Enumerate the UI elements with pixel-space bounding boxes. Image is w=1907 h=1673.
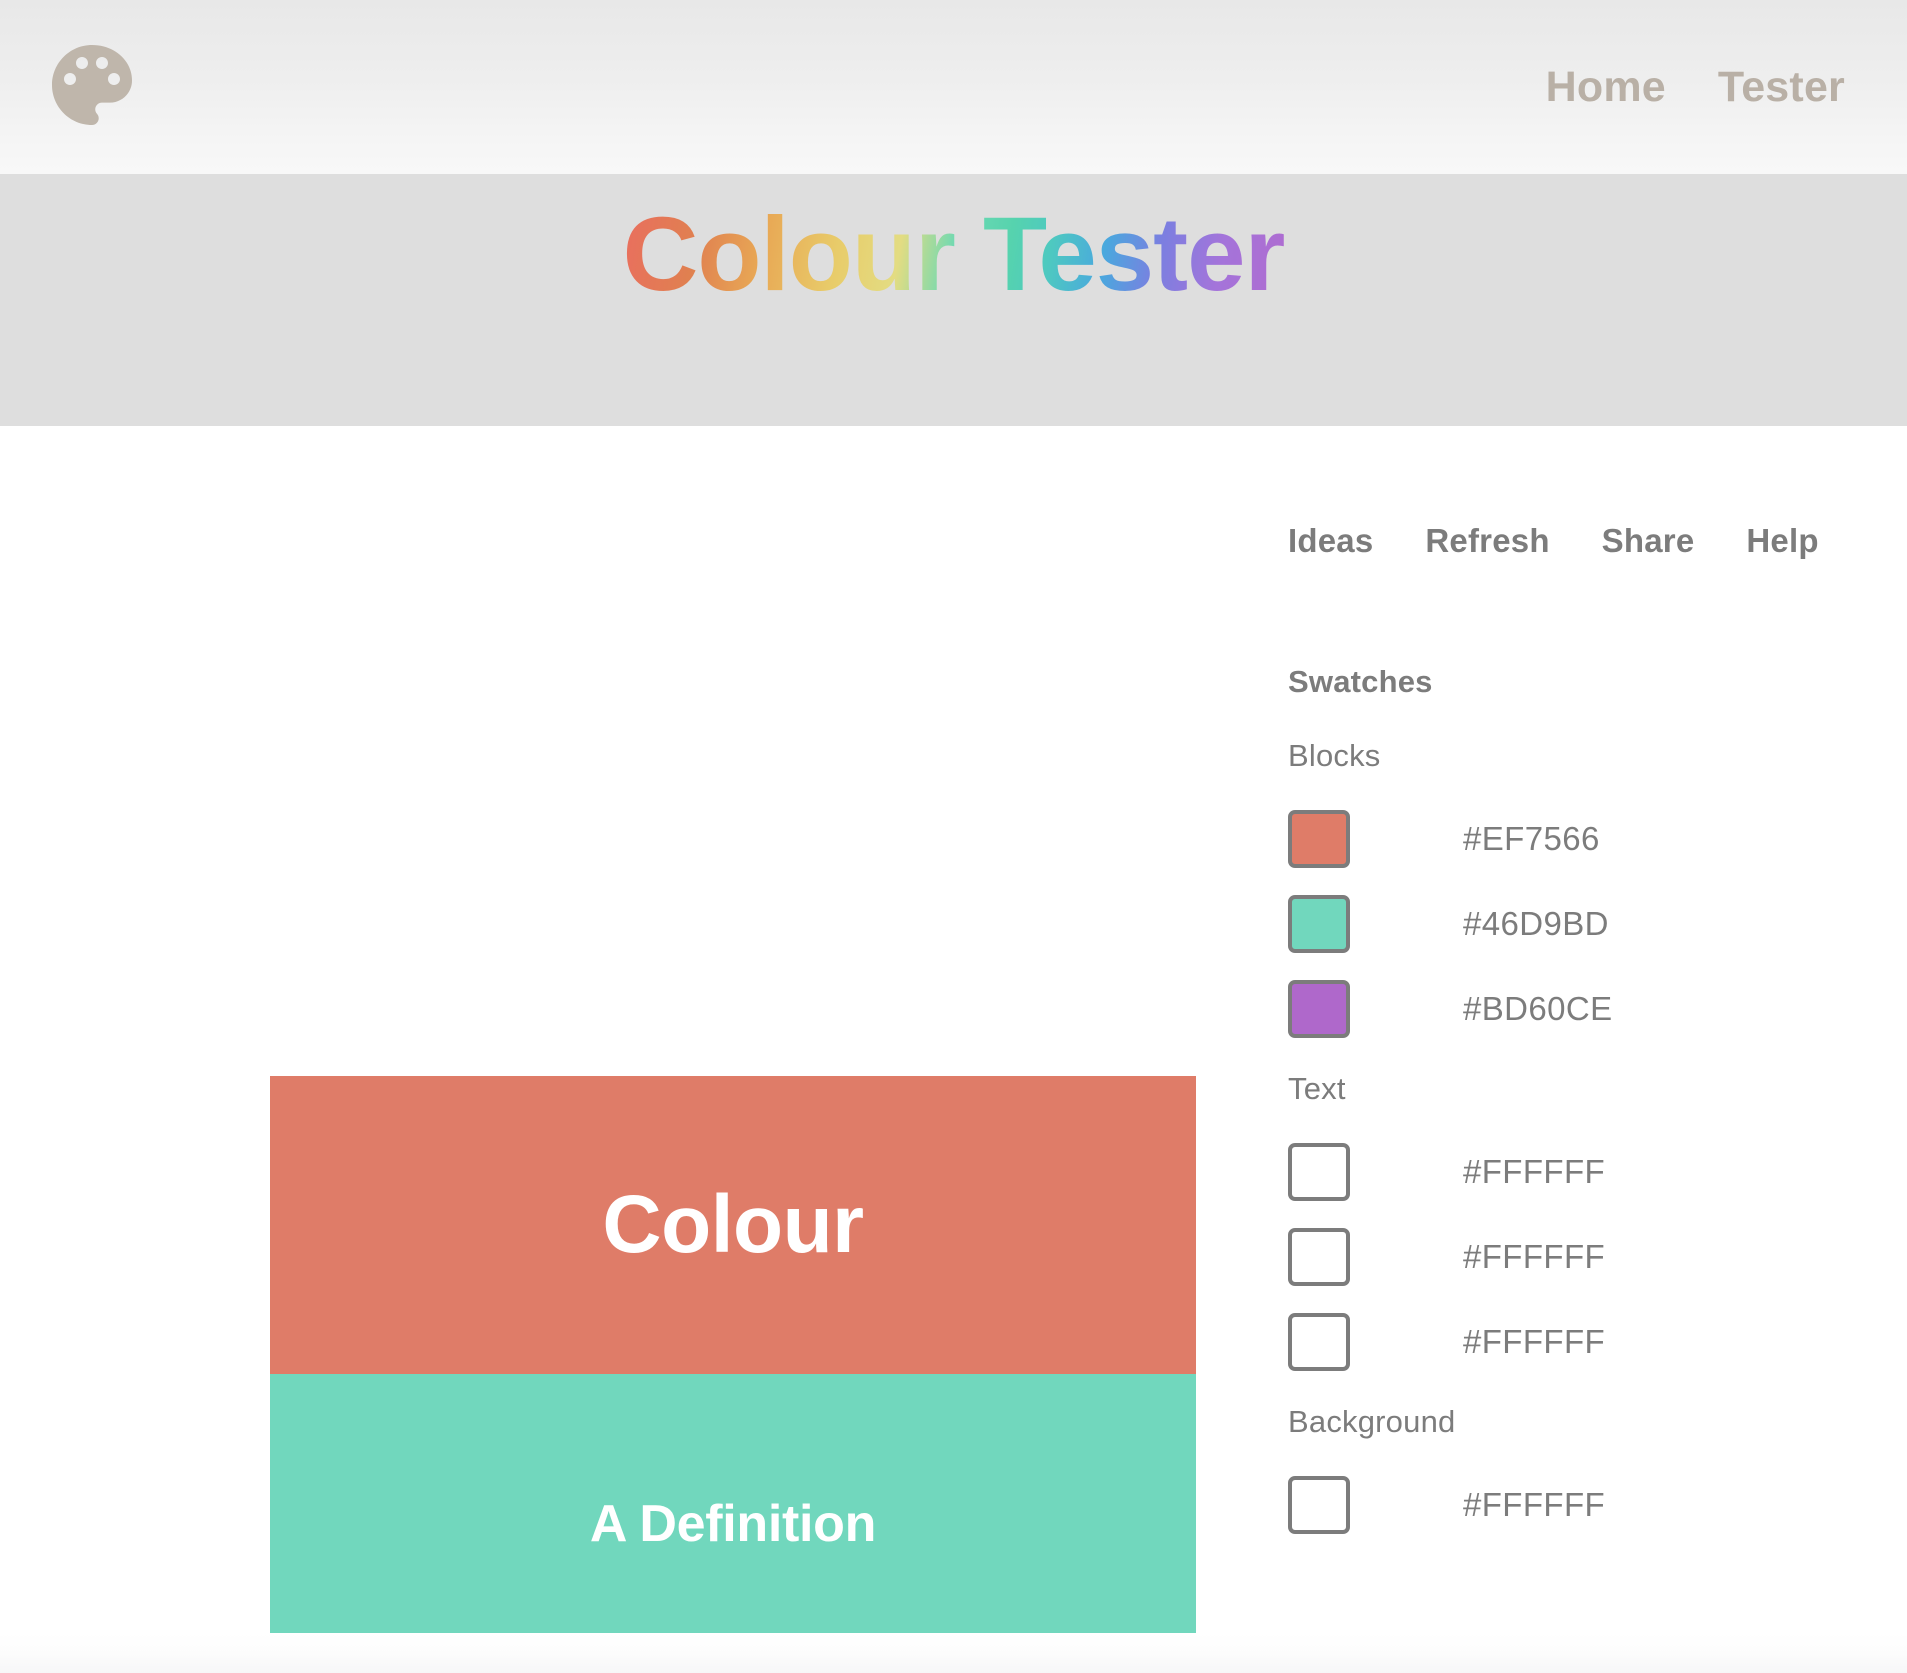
swatch-chip[interactable] <box>1288 1312 1350 1371</box>
action-links: Ideas Refresh Share Help <box>1288 522 1819 560</box>
swatch-row: #EF7566 <box>1288 796 1828 881</box>
colour-block-heading[interactable]: Colour <box>270 1076 1196 1374</box>
swatches-title: Swatches <box>1288 664 1433 699</box>
swatch-chip[interactable] <box>1288 1475 1350 1534</box>
top-navbar: Home Tester <box>0 0 1907 174</box>
swatch-chip[interactable] <box>1288 979 1350 1038</box>
swatch-row: #46D9BD <box>1288 881 1828 966</box>
help-button[interactable]: Help <box>1746 522 1818 560</box>
swatches-panel: Swatches Blocks #EF7566 #46D9BD #BD60CE … <box>1288 664 1828 1567</box>
main-content: Ideas Refresh Share Help Colour A Defini… <box>0 426 1907 1673</box>
nav-links: Home Tester <box>1546 63 1861 112</box>
swatch-group-text: Text #FFFFFF #FFFFFF #FFFFFF <box>1288 1071 1828 1384</box>
swatch-hex-label: #FFFFFF <box>1463 1152 1606 1190</box>
swatch-row: #BD60CE <box>1288 966 1828 1051</box>
swatch-group-label-blocks: Blocks <box>1288 738 1381 773</box>
swatch-chip[interactable] <box>1288 809 1350 868</box>
swatch-row: #FFFFFF <box>1288 1299 1828 1384</box>
swatch-hex-label: #FFFFFF <box>1463 1485 1606 1523</box>
colour-block-subheading[interactable]: A Definition <box>270 1374 1196 1673</box>
swatch-chip[interactable] <box>1288 1142 1350 1201</box>
palette-icon[interactable] <box>44 37 140 133</box>
swatch-group-background: Background #FFFFFF <box>1288 1404 1828 1547</box>
page-bottom-gradient <box>0 1633 1907 1673</box>
swatch-hex-label: #FFFFFF <box>1463 1322 1606 1360</box>
nav-link-home[interactable]: Home <box>1546 63 1666 112</box>
swatch-chip[interactable] <box>1288 1227 1350 1286</box>
ideas-button[interactable]: Ideas <box>1288 522 1373 560</box>
swatch-row: #FFFFFF <box>1288 1129 1828 1214</box>
nav-link-tester[interactable]: Tester <box>1718 63 1845 112</box>
colour-block-heading-text: Colour <box>602 1179 864 1270</box>
swatch-hex-label: #BD60CE <box>1463 989 1613 1027</box>
refresh-button[interactable]: Refresh <box>1425 522 1549 560</box>
page-title: Colour Tester <box>623 184 1286 326</box>
hero-band: Colour Tester <box>0 174 1907 426</box>
colour-blocks: Colour A Definition The property possess… <box>270 1076 1196 1673</box>
swatch-chip[interactable] <box>1288 894 1350 953</box>
swatch-row: #FFFFFF <box>1288 1214 1828 1299</box>
share-button[interactable]: Share <box>1602 522 1695 560</box>
swatch-hex-label: #EF7566 <box>1463 819 1600 857</box>
swatch-row: #FFFFFF <box>1288 1462 1828 1547</box>
swatch-hex-label: #FFFFFF <box>1463 1237 1606 1275</box>
swatch-group-label-text: Text <box>1288 1071 1346 1106</box>
swatch-group-label-background: Background <box>1288 1404 1456 1439</box>
swatch-hex-label: #46D9BD <box>1463 904 1609 942</box>
colour-block-subheading-text: A Definition <box>589 1494 877 1553</box>
swatch-group-blocks: Blocks #EF7566 #46D9BD #BD60CE <box>1288 738 1828 1051</box>
